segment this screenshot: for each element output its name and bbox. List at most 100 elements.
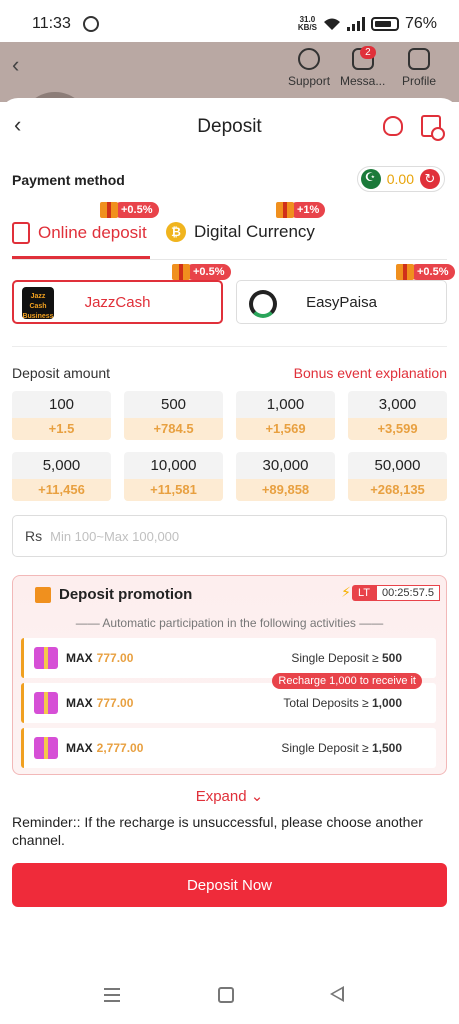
amount-bonus: +268,135 xyxy=(348,479,447,501)
expand-label: Expand xyxy=(195,788,247,805)
promotion-subtitle-text: Automatic participation in the following… xyxy=(102,616,356,630)
system-nav-bar xyxy=(0,978,459,1024)
deposit-promotion-card: Deposit promotion ⚡ LT 00:25:57.5 —— Aut… xyxy=(12,575,447,775)
tab-bonus-badge: +0.5% xyxy=(100,202,159,218)
promotion-max-value: 2,777.00 xyxy=(96,741,144,755)
amount-value: 50,000 xyxy=(374,457,421,474)
amount-value: 10,000 xyxy=(150,457,197,474)
channel-jazzcash[interactable]: Jazz Cash Business JazzCash xyxy=(12,280,223,324)
tab-digital-currency[interactable]: ₿ Digital Currency xyxy=(166,222,315,242)
headset-icon xyxy=(298,48,321,70)
channel-easypaisa[interactable]: EasyPaisa xyxy=(236,280,447,324)
refresh-icon[interactable]: ↻ xyxy=(420,169,440,189)
background-back-icon[interactable]: ‹ xyxy=(12,52,19,78)
amount-option[interactable]: 1,000 +1,569 xyxy=(236,391,335,440)
promotion-max-label: MAX xyxy=(66,741,93,755)
deposit-amount-label: Deposit amount xyxy=(12,365,111,381)
promotion-row: MAX 2,777.00 Single Deposit ≥ 1,500 xyxy=(21,728,436,768)
amount-input-wrapper: Rs xyxy=(12,515,447,557)
amount-value: 5,000 xyxy=(42,457,81,474)
profile-nav[interactable]: Profile xyxy=(402,48,436,88)
battery-icon xyxy=(370,17,399,31)
gift-icon xyxy=(396,264,414,280)
promotion-condition-text: Single Deposit ≥ xyxy=(281,741,369,755)
promotion-condition: Single Deposit ≥ 1,500 xyxy=(281,741,402,755)
support-nav[interactable]: Support xyxy=(288,48,330,88)
whatsapp-icon xyxy=(82,16,99,32)
amount-value: 500 xyxy=(160,396,187,413)
wifi-icon xyxy=(323,18,340,30)
promotion-condition: Single Deposit ≥ 500 xyxy=(291,651,402,665)
promotion-condition-text: Total Deposits ≥ xyxy=(283,696,369,710)
payment-method-row: Payment method 0.00 ↻ xyxy=(0,154,459,194)
amount-value: 30,000 xyxy=(262,457,309,474)
sheet-header: ‹ Deposit xyxy=(0,98,459,154)
timer-label: LT xyxy=(351,584,376,601)
gift-box-icon xyxy=(34,737,58,759)
promotion-max-value: 777.00 xyxy=(96,696,134,710)
currency-label: Rs xyxy=(25,528,43,544)
status-bar: 11:33 31.0 KB/S 76% xyxy=(0,0,459,48)
balance-amount: 0.00 xyxy=(386,171,414,187)
lightning-icon: ⚡ xyxy=(341,584,351,600)
amount-option[interactable]: 500 +784.5 xyxy=(124,391,223,440)
tab-bonus-badge: +1% xyxy=(276,202,326,218)
background-page-header: ‹ Support 2 Messa... Profile xyxy=(0,42,459,132)
amount-option[interactable]: 3,000 +3,599 xyxy=(348,391,447,440)
recent-apps-icon[interactable] xyxy=(104,988,120,1002)
payment-channels: Jazz Cash Business JazzCash +0.5% EasyPai… xyxy=(0,260,459,340)
tab-bonus-value: +0.5% xyxy=(113,202,159,218)
amount-bonus: +1,569 xyxy=(236,418,335,440)
promotion-condition-value: 500 xyxy=(381,651,402,665)
system-back-icon[interactable] xyxy=(330,986,344,1002)
tab-online-deposit-label: Online deposit xyxy=(38,223,147,242)
amount-input[interactable] xyxy=(50,528,446,544)
promotion-condition: Total Deposits ≥ 1,000 xyxy=(283,696,402,710)
expand-button[interactable]: Expand ⌄ xyxy=(0,787,459,805)
promotion-subtitle: —— Automatic participation in the follow… xyxy=(75,616,384,630)
easypaisa-logo xyxy=(245,286,277,318)
home-icon[interactable] xyxy=(218,987,234,1003)
network-speed-unit: KB/S xyxy=(297,23,317,32)
timer-value: 00:25:57.5 xyxy=(376,584,440,601)
signal-icon xyxy=(346,17,365,31)
mail-icon: 2 xyxy=(351,46,376,70)
channel-bonus-value: +0.5% xyxy=(185,264,231,280)
profile-icon xyxy=(408,48,430,70)
support-label: Support xyxy=(288,74,331,88)
amount-bonus: +1.5 xyxy=(12,418,111,440)
amount-option[interactable]: 100 +1.5 xyxy=(12,391,111,440)
gift-icon xyxy=(172,264,190,280)
amount-options: 100 +1.5 500 +784.5 1,000 +1,569 3,000 +3,59… xyxy=(12,391,447,501)
promotion-header: Deposit promotion xyxy=(35,586,192,603)
phone-deposit-icon xyxy=(12,222,30,244)
channel-bonus-value: +0.5% xyxy=(409,264,455,280)
deposit-now-button[interactable]: Deposit Now xyxy=(12,863,447,907)
deposit-sheet: ‹ Deposit Payment method 0.00 ↻ Online d… xyxy=(0,98,459,978)
promotion-condition-value: 1,500 xyxy=(371,741,402,755)
promotion-row: MAX 777.00 Total Deposits ≥ 1,000 Rechar… xyxy=(21,673,436,723)
promotion-max-value: 777.00 xyxy=(96,651,134,665)
amount-option[interactable]: 50,000 +268,135 xyxy=(348,452,447,501)
promotion-condition-value: 1,000 xyxy=(371,696,402,710)
messages-badge: 2 xyxy=(360,46,376,59)
customer-service-icon[interactable] xyxy=(383,116,403,136)
amount-value: 100 xyxy=(48,396,75,413)
gift-box-icon xyxy=(34,692,58,714)
amount-bonus: +784.5 xyxy=(124,418,223,440)
amount-option[interactable]: 30,000 +89,858 xyxy=(236,452,335,501)
amount-option[interactable]: 10,000 +11,581 xyxy=(124,452,223,501)
amount-value: 1,000 xyxy=(266,396,305,413)
promotion-max-label: MAX xyxy=(66,696,93,710)
active-tab-indicator xyxy=(12,256,150,259)
gift-icon xyxy=(276,202,294,218)
tab-online-deposit[interactable]: Online deposit xyxy=(12,222,147,244)
network-speed: 31.0 KB/S xyxy=(298,16,317,32)
gift-box-icon xyxy=(34,647,58,669)
bonus-explanation-link[interactable]: Bonus event explanation xyxy=(294,365,447,381)
amount-option[interactable]: 5,000 +11,456 xyxy=(12,452,111,501)
deposit-history-icon[interactable] xyxy=(421,115,445,141)
tab-digital-currency-label: Digital Currency xyxy=(194,222,315,241)
messages-label: Messa... xyxy=(340,74,386,88)
messages-nav[interactable]: 2 Messa... xyxy=(340,46,386,88)
